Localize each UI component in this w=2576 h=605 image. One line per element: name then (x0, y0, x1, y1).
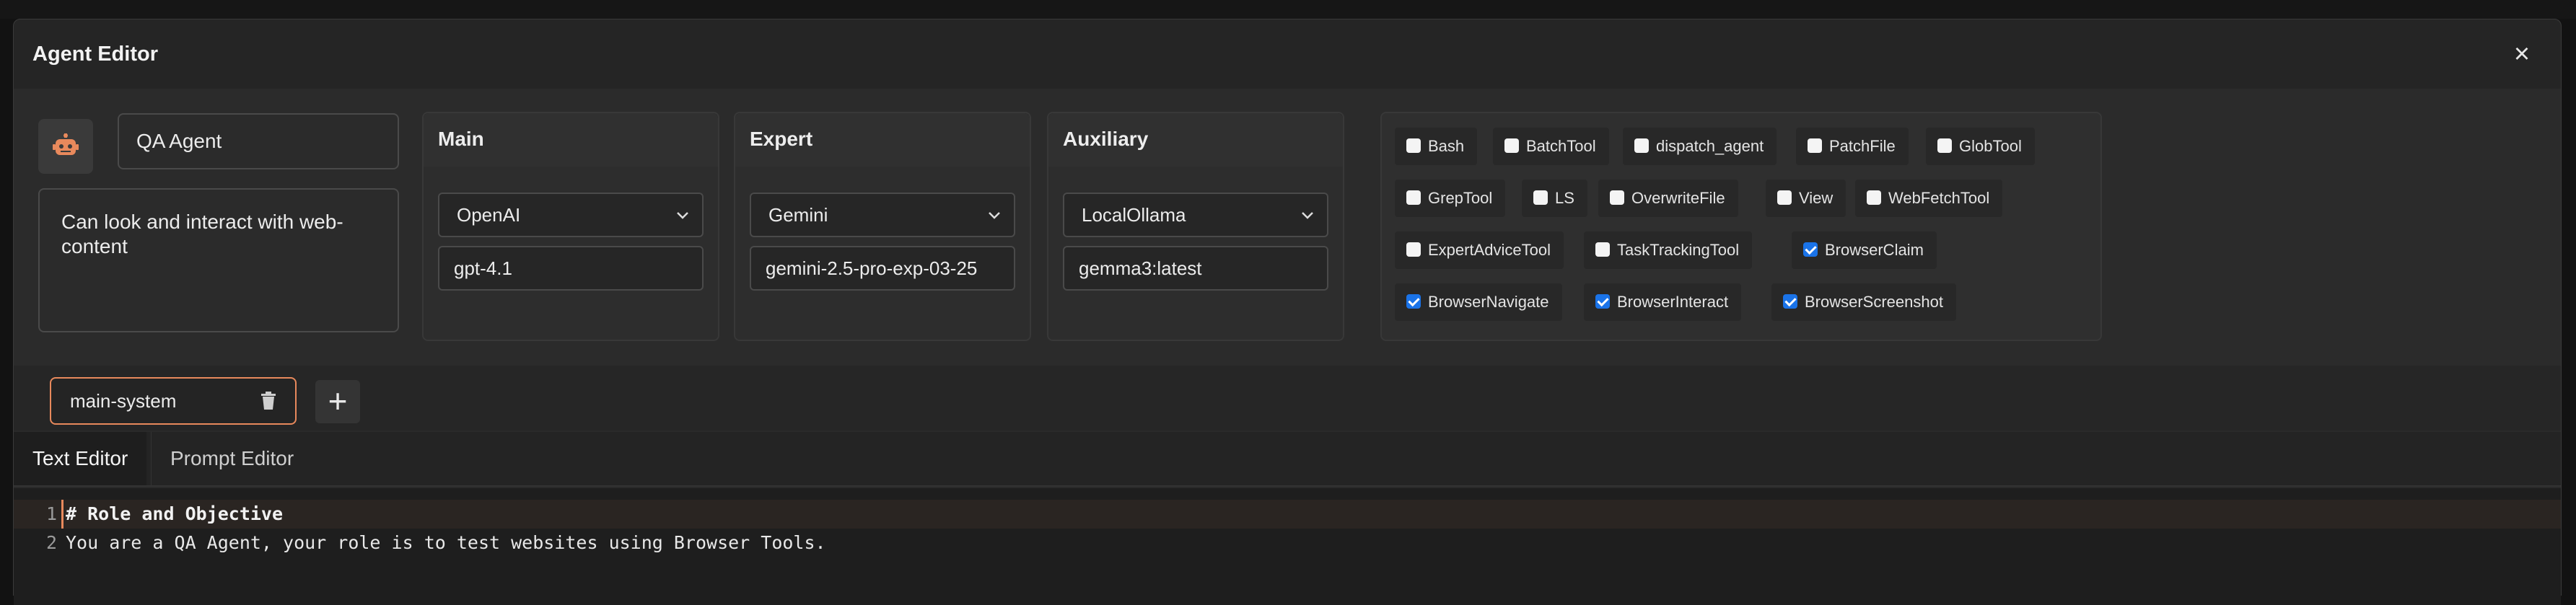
model-name-value: gpt-4.1 (454, 257, 512, 279)
tool-label: BrowserScreenshot (1805, 293, 1943, 311)
line-number: 1 (45, 503, 57, 524)
tool-label: OverwriteFile (1631, 189, 1725, 207)
chevron-down-icon (1302, 212, 1313, 219)
tool-label: BrowserInteract (1617, 293, 1729, 311)
model-card-expert: Expert Gemini gemini-2.5-pro-exp-03-25 (734, 112, 1031, 341)
tool-label: dispatch_agent (1656, 137, 1764, 155)
model-card-title: Main (438, 128, 484, 150)
checkbox[interactable] (1808, 138, 1822, 153)
provider-select-value: OpenAI (457, 204, 521, 226)
tools-panel: Bash BatchTool dispatch_agent PatchFile … (1380, 112, 2102, 341)
model-card-title: Expert (750, 128, 813, 150)
line-number: 2 (45, 532, 57, 553)
tool-toggle[interactable]: BatchTool (1493, 128, 1609, 165)
checkbox-checked[interactable] (1783, 294, 1797, 309)
tool-label: GlobTool (1959, 137, 2022, 155)
checkbox-checked[interactable] (1595, 294, 1610, 309)
model-name-value: gemma3:latest (1079, 257, 1202, 279)
checkbox[interactable] (1406, 242, 1421, 257)
model-name-input[interactable]: gemini-2.5-pro-exp-03-25 (750, 246, 1015, 291)
checkbox[interactable] (1610, 190, 1624, 205)
plus-icon: + (328, 382, 348, 420)
model-card-auxiliary: Auxiliary LocalOllama gemma3:latest (1047, 112, 1344, 341)
code-editor[interactable]: 1 # Role and Objective 2 You are a QA Ag… (14, 488, 2561, 605)
provider-select[interactable]: LocalOllama (1063, 193, 1328, 237)
provider-select-value: Gemini (768, 204, 828, 226)
tool-toggle[interactable]: LS (1522, 180, 1587, 217)
agent-editor-dialog: Agent Editor × QA Agent Can look and int… (13, 19, 2562, 605)
checkbox[interactable] (1867, 190, 1881, 205)
tool-label: ExpertAdviceTool (1428, 241, 1551, 259)
prompt-tabs-row (14, 366, 2561, 430)
provider-select-value: LocalOllama (1082, 204, 1186, 226)
model-name-input[interactable]: gemma3:latest (1063, 246, 1328, 291)
tool-toggle[interactable]: GrepTool (1395, 180, 1506, 217)
tool-label: BatchTool (1526, 137, 1596, 155)
tool-label: GrepTool (1428, 189, 1493, 207)
tool-toggle[interactable]: BrowserInteract (1584, 283, 1742, 321)
prompt-tab-label: main-system (70, 390, 177, 412)
provider-select[interactable]: Gemini (750, 193, 1015, 237)
tool-toggle[interactable]: BrowserClaim (1792, 231, 1937, 269)
prompt-tab-main-system[interactable]: main-system (50, 377, 297, 425)
agent-description-textarea[interactable]: Can look and interact with web-content (38, 188, 399, 332)
dialog-titlebar: Agent Editor × (14, 19, 2561, 89)
dialog-title: Agent Editor (32, 43, 158, 66)
checkbox[interactable] (1406, 138, 1421, 153)
add-prompt-button[interactable]: + (315, 380, 360, 423)
text-cursor (61, 500, 63, 529)
agent-name-value: QA Agent (136, 130, 222, 152)
provider-select[interactable]: OpenAI (438, 193, 704, 237)
agent-description-value: Can look and interact with web-content (61, 211, 343, 257)
checkbox[interactable] (1504, 138, 1519, 153)
tool-toggle[interactable]: WebFetchTool (1855, 180, 2003, 217)
tool-label: BrowserNavigate (1428, 293, 1549, 311)
tool-toggle[interactable]: Bash (1395, 128, 1478, 165)
model-card-main: Main OpenAI gpt-4.1 (422, 112, 719, 341)
editor-tabs: Text Editor Prompt Editor (14, 432, 2561, 487)
line-text: # Role and Objective (66, 503, 284, 524)
tool-label: LS (1555, 189, 1574, 207)
checkbox-checked[interactable] (1803, 242, 1818, 257)
code-line: 2 You are a QA Agent, your role is to te… (14, 529, 2561, 557)
trash-icon[interactable] (260, 392, 276, 410)
agent-avatar[interactable] (38, 119, 93, 174)
checkbox[interactable] (1937, 138, 1952, 153)
checkbox-checked[interactable] (1406, 294, 1421, 309)
tool-label: Bash (1428, 137, 1465, 155)
backdrop-strip (0, 0, 2576, 19)
code-line: 1 # Role and Objective (14, 500, 2561, 529)
tab-prompt-editor[interactable]: Prompt Editor (151, 432, 312, 485)
model-name-value: gemini-2.5-pro-exp-03-25 (766, 257, 978, 279)
checkbox[interactable] (1533, 190, 1548, 205)
tool-toggle[interactable]: GlobTool (1926, 128, 2035, 165)
tool-toggle[interactable]: OverwriteFile (1598, 180, 1738, 217)
tool-label: TaskTrackingTool (1617, 241, 1740, 259)
robot-icon (53, 133, 79, 155)
checkbox[interactable] (1777, 190, 1792, 205)
tool-toggle[interactable]: PatchFile (1796, 128, 1909, 165)
line-text: You are a QA Agent, your role is to test… (66, 532, 826, 553)
tool-toggle[interactable]: TaskTrackingTool (1584, 231, 1753, 269)
checkbox[interactable] (1595, 242, 1610, 257)
tool-toggle[interactable]: View (1766, 180, 1846, 217)
tool-label: PatchFile (1829, 137, 1896, 155)
tab-text-editor[interactable]: Text Editor (14, 432, 147, 485)
close-icon[interactable]: × (2507, 40, 2536, 69)
tool-toggle[interactable]: BrowserScreenshot (1771, 283, 1956, 321)
tool-label: View (1799, 189, 1834, 207)
tool-label: BrowserClaim (1825, 241, 1924, 259)
chevron-down-icon (677, 212, 688, 219)
agent-name-input[interactable]: QA Agent (118, 113, 399, 169)
tool-label: WebFetchTool (1888, 189, 1990, 207)
model-name-input[interactable]: gpt-4.1 (438, 246, 704, 291)
checkbox[interactable] (1634, 138, 1649, 153)
checkbox[interactable] (1406, 190, 1421, 205)
tool-toggle[interactable]: ExpertAdviceTool (1395, 231, 1564, 269)
chevron-down-icon (989, 212, 1000, 219)
tool-toggle[interactable]: BrowserNavigate (1395, 283, 1562, 321)
tool-toggle[interactable]: dispatch_agent (1623, 128, 1777, 165)
model-card-title: Auxiliary (1063, 128, 1149, 150)
